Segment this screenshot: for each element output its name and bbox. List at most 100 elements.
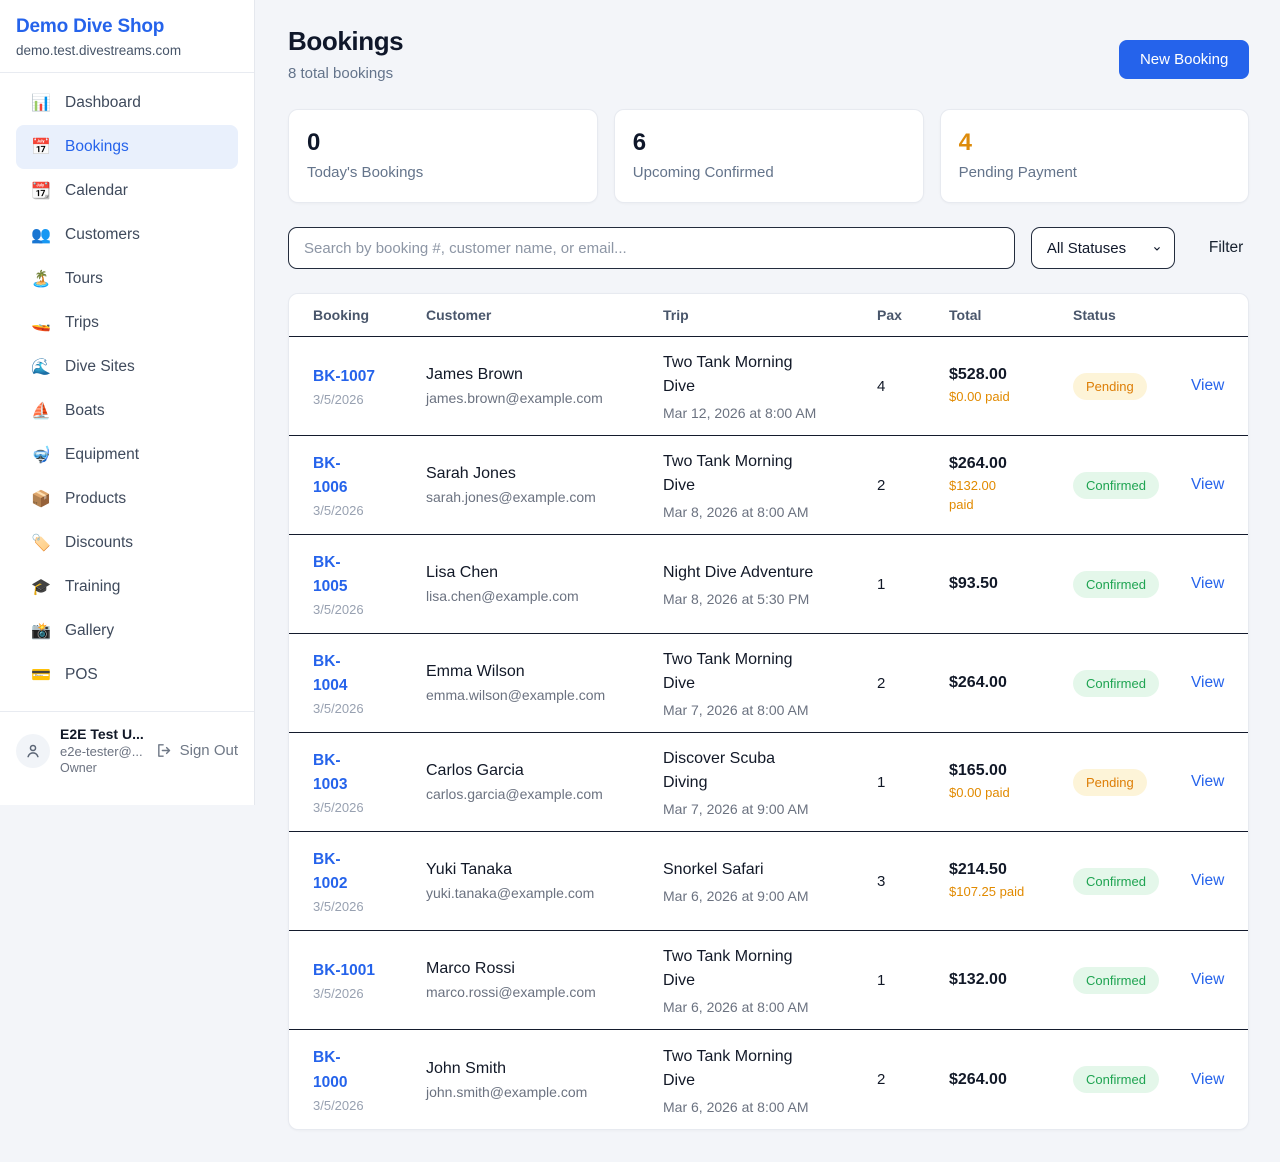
booking-id-link[interactable]: BK-1001 [313, 959, 426, 983]
column-header-status: Status [1073, 307, 1191, 323]
trip-datetime: Mar 6, 2026 at 8:00 AM [663, 999, 877, 1015]
view-link[interactable]: View [1191, 476, 1224, 493]
status-cell: Pending [1073, 373, 1191, 400]
sidebar-item-dashboard[interactable]: 📊 Dashboard [16, 81, 238, 125]
actions-cell: View [1191, 773, 1224, 791]
status-badge: Confirmed [1073, 472, 1159, 499]
island-icon: 🏝️ [30, 269, 52, 289]
calendar-date-icon: 📅 [30, 137, 52, 157]
status-select-wrap: All Statuses ⌄ [1031, 227, 1175, 269]
trip-name: Discover Scuba Diving [663, 747, 877, 795]
sidebar-item-calendar[interactable]: 📆 Calendar [16, 169, 238, 213]
person-icon [24, 742, 42, 760]
customer-name: Marco Rossi [426, 960, 663, 978]
paid-amount: $107.25 paid [949, 883, 1073, 902]
paid-amount: $0.00 paid [949, 784, 1073, 803]
sidebar-item-equipment[interactable]: 🤿 Equipment [16, 433, 238, 477]
sidebar-item-products[interactable]: 📦 Products [16, 477, 238, 521]
trip-cell: Two Tank Morning Dive Mar 6, 2026 at 8:0… [663, 1045, 877, 1115]
trip-name: Snorkel Safari [663, 858, 877, 882]
trip-datetime: Mar 7, 2026 at 8:00 AM [663, 702, 877, 718]
booking-id-link[interactable]: BK- 1005 [313, 551, 426, 599]
booking-id-link[interactable]: BK- 1002 [313, 848, 426, 896]
total-cell: $528.00 $0.00 paid [949, 366, 1073, 407]
sign-out-button[interactable]: Sign Out [156, 742, 238, 759]
sidebar-nav: 📊 Dashboard 📅 Bookings 📆 Calendar 👥 Cust… [0, 73, 254, 707]
customer-cell: Carlos Garcia carlos.garcia@example.com [426, 762, 663, 802]
booking-id-link[interactable]: BK- 1003 [313, 749, 426, 797]
status-cell: Confirmed [1073, 670, 1191, 697]
stat-label: Pending Payment [959, 164, 1231, 181]
status-badge: Confirmed [1073, 571, 1159, 598]
total-amount: $264.00 [949, 1071, 1073, 1089]
customer-cell: Yuki Tanaka yuki.tanaka@example.com [426, 861, 663, 901]
credit-card-icon: 💳 [30, 665, 52, 685]
sidebar-item-label: Trips [65, 314, 99, 332]
sidebar-item-pos[interactable]: 💳 POS [16, 653, 238, 697]
diving-mask-icon: 🤿 [30, 445, 52, 465]
booking-id-link[interactable]: BK- 1006 [313, 452, 426, 500]
filter-button[interactable]: Filter [1209, 239, 1243, 257]
actions-cell: View [1191, 674, 1224, 692]
sidebar-item-boats[interactable]: ⛵ Boats [16, 389, 238, 433]
shop-logo-block: Demo Dive Shop demo.test.divestreams.com [0, 0, 254, 73]
sidebar-item-gallery[interactable]: 📸 Gallery [16, 609, 238, 653]
view-link[interactable]: View [1191, 377, 1224, 394]
sidebar-item-discounts[interactable]: 🏷️ Discounts [16, 521, 238, 565]
view-link[interactable]: View [1191, 1071, 1224, 1088]
actions-cell: View [1191, 1071, 1224, 1089]
speedboat-icon: 🚤 [30, 313, 52, 333]
sidebar-item-dive-sites[interactable]: 🌊 Dive Sites [16, 345, 238, 389]
sidebar-item-bookings[interactable]: 📅 Bookings [16, 125, 238, 169]
customer-name: Sarah Jones [426, 465, 663, 483]
sidebar-item-label: Discounts [65, 534, 133, 552]
trip-datetime: Mar 6, 2026 at 9:00 AM [663, 888, 877, 904]
stat-value: 4 [959, 129, 1231, 157]
booking-cell: BK- 1004 3/5/2026 [313, 650, 426, 716]
customer-cell: James Brown james.brown@example.com [426, 366, 663, 406]
view-link[interactable]: View [1191, 674, 1224, 691]
customer-name: Lisa Chen [426, 564, 663, 582]
customer-cell: Emma Wilson emma.wilson@example.com [426, 663, 663, 703]
sidebar-item-tours[interactable]: 🏝️ Tours [16, 257, 238, 301]
user-block: E2E Test U... e2e-tester@... Owner Sign … [0, 711, 254, 791]
wave-icon: 🌊 [30, 357, 52, 377]
table-row: BK-1007 3/5/2026 James Brown james.brown… [289, 337, 1248, 436]
view-link[interactable]: View [1191, 773, 1224, 790]
view-link[interactable]: View [1191, 971, 1224, 988]
sidebar-item-label: Products [65, 490, 126, 508]
total-amount: $264.00 [949, 455, 1073, 473]
table-row: BK- 1005 3/5/2026 Lisa Chen lisa.chen@ex… [289, 535, 1248, 634]
trip-name: Two Tank Morning Dive [663, 945, 877, 993]
page-title: Bookings [288, 26, 403, 57]
status-badge: Pending [1073, 373, 1147, 400]
customer-cell: Marco Rossi marco.rossi@example.com [426, 960, 663, 1000]
total-cell: $264.00 $132.00 paid [949, 455, 1073, 515]
people-icon: 👥 [30, 225, 52, 245]
table-row: BK- 1004 3/5/2026 Emma Wilson emma.wilso… [289, 634, 1248, 733]
customer-email: yuki.tanaka@example.com [426, 885, 663, 901]
booking-cell: BK- 1006 3/5/2026 [313, 452, 426, 518]
stats-row: 0 Today's Bookings 6 Upcoming Confirmed … [288, 109, 1249, 203]
sidebar-item-trips[interactable]: 🚤 Trips [16, 301, 238, 345]
status-badge: Confirmed [1073, 1066, 1159, 1093]
status-select[interactable]: All Statuses [1031, 227, 1175, 269]
view-link[interactable]: View [1191, 872, 1224, 889]
trip-cell: Two Tank Morning Dive Mar 8, 2026 at 8:0… [663, 450, 877, 520]
sidebar: Demo Dive Shop demo.test.divestreams.com… [0, 0, 255, 805]
shop-domain: demo.test.divestreams.com [16, 43, 238, 58]
actions-cell: View [1191, 575, 1224, 593]
booking-id-link[interactable]: BK-1007 [313, 365, 426, 389]
booking-id-link[interactable]: BK- 1000 [313, 1046, 426, 1094]
total-cell: $93.50 [949, 575, 1073, 593]
status-cell: Confirmed [1073, 1066, 1191, 1093]
booking-id-link[interactable]: BK- 1004 [313, 650, 426, 698]
trip-name: Two Tank Morning Dive [663, 1045, 877, 1093]
view-link[interactable]: View [1191, 575, 1224, 592]
sidebar-item-training[interactable]: 🎓 Training [16, 565, 238, 609]
sidebar-item-customers[interactable]: 👥 Customers [16, 213, 238, 257]
stat-card: 0 Today's Bookings [288, 109, 598, 203]
search-input[interactable] [288, 227, 1015, 269]
actions-cell: View [1191, 377, 1224, 395]
new-booking-button[interactable]: New Booking [1119, 40, 1249, 79]
